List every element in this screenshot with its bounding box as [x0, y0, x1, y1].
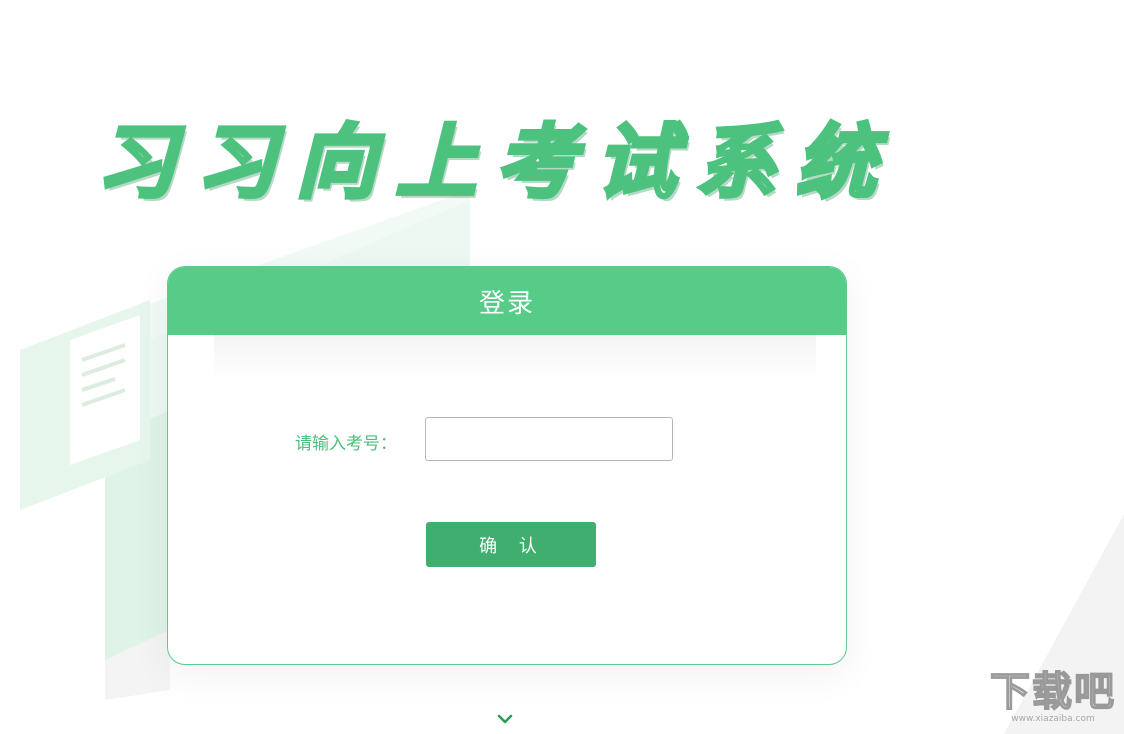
login-card: 登录 请输入考号： 确 认 [167, 266, 847, 665]
login-page: 习习向上考试系统 登录 请输入考号： 确 认 下载吧 www.xiazaiba.… [0, 0, 1124, 734]
page-title: 习习向上考试系统 [94, 116, 896, 210]
exam-number-input[interactable] [425, 417, 673, 461]
watermark: 下载吧 www.xiazaiba.com [988, 670, 1118, 726]
watermark-url: www.xiazaiba.com [1011, 714, 1095, 724]
watermark-text: 下载吧 [989, 669, 1116, 715]
confirm-button[interactable]: 确 认 [426, 522, 596, 567]
login-card-header: 登录 [168, 267, 846, 335]
exam-number-row: 请输入考号： [168, 417, 846, 463]
login-title: 登录 [478, 288, 535, 319]
exam-number-label: 请输入考号： [295, 434, 397, 454]
header-shadow [214, 335, 816, 381]
chevron-down-icon[interactable] [496, 712, 514, 726]
